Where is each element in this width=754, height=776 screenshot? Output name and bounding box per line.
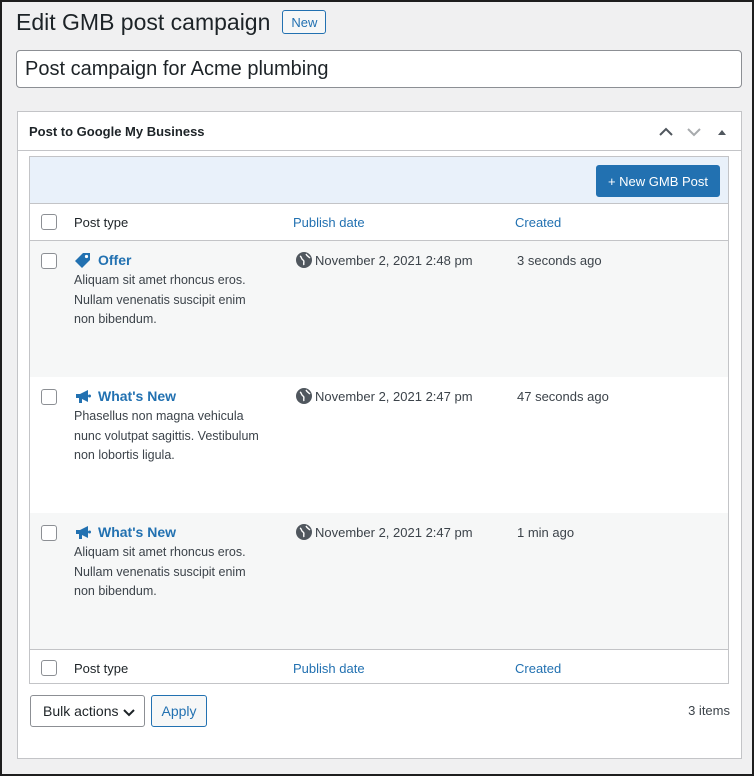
post-type-label: Offer	[98, 252, 132, 268]
excerpt-line: Nullam venenatis suscipit enim	[74, 292, 246, 307]
column-created[interactable]: Created	[515, 215, 561, 230]
globe-icon	[295, 387, 313, 405]
megaphone-icon	[74, 387, 92, 405]
table-row: What's New Phasellus non magna vehicula …	[30, 377, 728, 513]
select-all-checkbox-footer[interactable]	[41, 660, 57, 676]
page-title: Edit GMB post campaign	[16, 9, 271, 35]
move-down-button[interactable]	[685, 123, 703, 141]
table-row: Offer Aliquam sit amet rhoncus eros. Nul…	[30, 241, 728, 377]
created-time: 1 min ago	[517, 525, 575, 540]
created-time: 47 seconds ago	[517, 389, 609, 404]
window-frame: Edit GMB post campaign New Post to Googl…	[0, 0, 754, 776]
table-header: Post type Publish date Created	[30, 204, 728, 241]
chevron-up-icon	[659, 127, 673, 136]
publish-date: November 2, 2021 2:47 pm	[295, 523, 473, 541]
items-count: 3 items	[688, 703, 730, 718]
globe-icon	[295, 251, 313, 269]
column-publish-date[interactable]: Publish date	[293, 661, 365, 676]
megaphone-icon	[74, 523, 92, 541]
post-title-link[interactable]: Offer	[74, 251, 131, 269]
excerpt-line: non bibendum.	[74, 312, 157, 326]
column-created[interactable]: Created	[515, 661, 561, 676]
postbox-header: Post to Google My Business	[18, 112, 741, 151]
chevron-down-icon	[687, 127, 701, 136]
excerpt-line: non lobortis ligula.	[74, 448, 175, 462]
postbox-controls	[657, 112, 731, 151]
apply-button[interactable]: Apply	[151, 695, 207, 727]
caret-up-icon	[718, 129, 726, 135]
post-excerpt: Aliquam sit amet rhoncus eros. Nullam ve…	[74, 271, 274, 330]
bulk-actions-select[interactable]: Bulk actions	[30, 695, 145, 727]
excerpt-line: Phasellus non magna vehicula	[74, 409, 244, 423]
new-button[interactable]: New	[282, 10, 327, 34]
post-title-link[interactable]: What's New	[74, 523, 176, 541]
row-checkbox[interactable]	[41, 525, 57, 541]
publish-date: November 2, 2021 2:48 pm	[295, 251, 473, 269]
bottom-tablenav: Bulk actions Apply 3 items	[30, 695, 730, 727]
toggle-panel-button[interactable]	[713, 123, 731, 141]
post-type-label: What's New	[98, 388, 177, 404]
excerpt-line: non bibendum.	[74, 584, 157, 598]
row-checkbox[interactable]	[41, 253, 57, 269]
excerpt-line: Aliquam sit amet rhoncus eros.	[74, 545, 246, 559]
column-post-type: Post type	[74, 660, 129, 676]
column-publish-date[interactable]: Publish date	[293, 215, 365, 230]
excerpt-line: Nullam venenatis suscipit enim	[74, 564, 246, 579]
table-toolbar: + New GMB Post	[30, 157, 728, 204]
bulk-actions-label: Bulk actions	[43, 703, 119, 719]
post-excerpt: Aliquam sit amet rhoncus eros. Nullam ve…	[74, 543, 274, 602]
page-header: Edit GMB post campaign New	[16, 8, 327, 36]
posts-table-wrap: + New GMB Post Post type Publish date Cr…	[29, 156, 729, 684]
gmb-postbox: Post to Google My Business + New GMB Pos…	[17, 111, 742, 759]
created-time: 3 seconds ago	[517, 253, 602, 268]
table-row: What's New Aliquam sit amet rhoncus eros…	[30, 513, 728, 649]
publish-date-text: November 2, 2021 2:47 pm	[315, 524, 473, 540]
move-up-button[interactable]	[657, 123, 675, 141]
column-post-type: Post type	[74, 214, 129, 230]
globe-icon	[295, 523, 313, 541]
publish-date-text: November 2, 2021 2:47 pm	[315, 388, 473, 404]
row-checkbox[interactable]	[41, 389, 57, 405]
publish-date-text: November 2, 2021 2:48 pm	[315, 252, 473, 268]
excerpt-line: nunc volutpat sagittis. Vestibulum	[74, 428, 259, 443]
post-excerpt: Phasellus non magna vehicula nunc volutp…	[74, 407, 274, 466]
campaign-title-input[interactable]	[16, 50, 742, 88]
post-title-link[interactable]: What's New	[74, 387, 176, 405]
chevron-down-icon	[123, 709, 135, 717]
publish-date: November 2, 2021 2:47 pm	[295, 387, 473, 405]
table-footer: Post type Publish date Created	[30, 649, 728, 686]
tag-icon	[74, 251, 92, 269]
select-all-checkbox[interactable]	[41, 214, 57, 230]
new-gmb-post-button[interactable]: + New GMB Post	[595, 165, 720, 197]
post-type-label: What's New	[98, 524, 177, 540]
excerpt-line: Aliquam sit amet rhoncus eros.	[74, 273, 246, 287]
postbox-title: Post to Google My Business	[29, 123, 205, 139]
